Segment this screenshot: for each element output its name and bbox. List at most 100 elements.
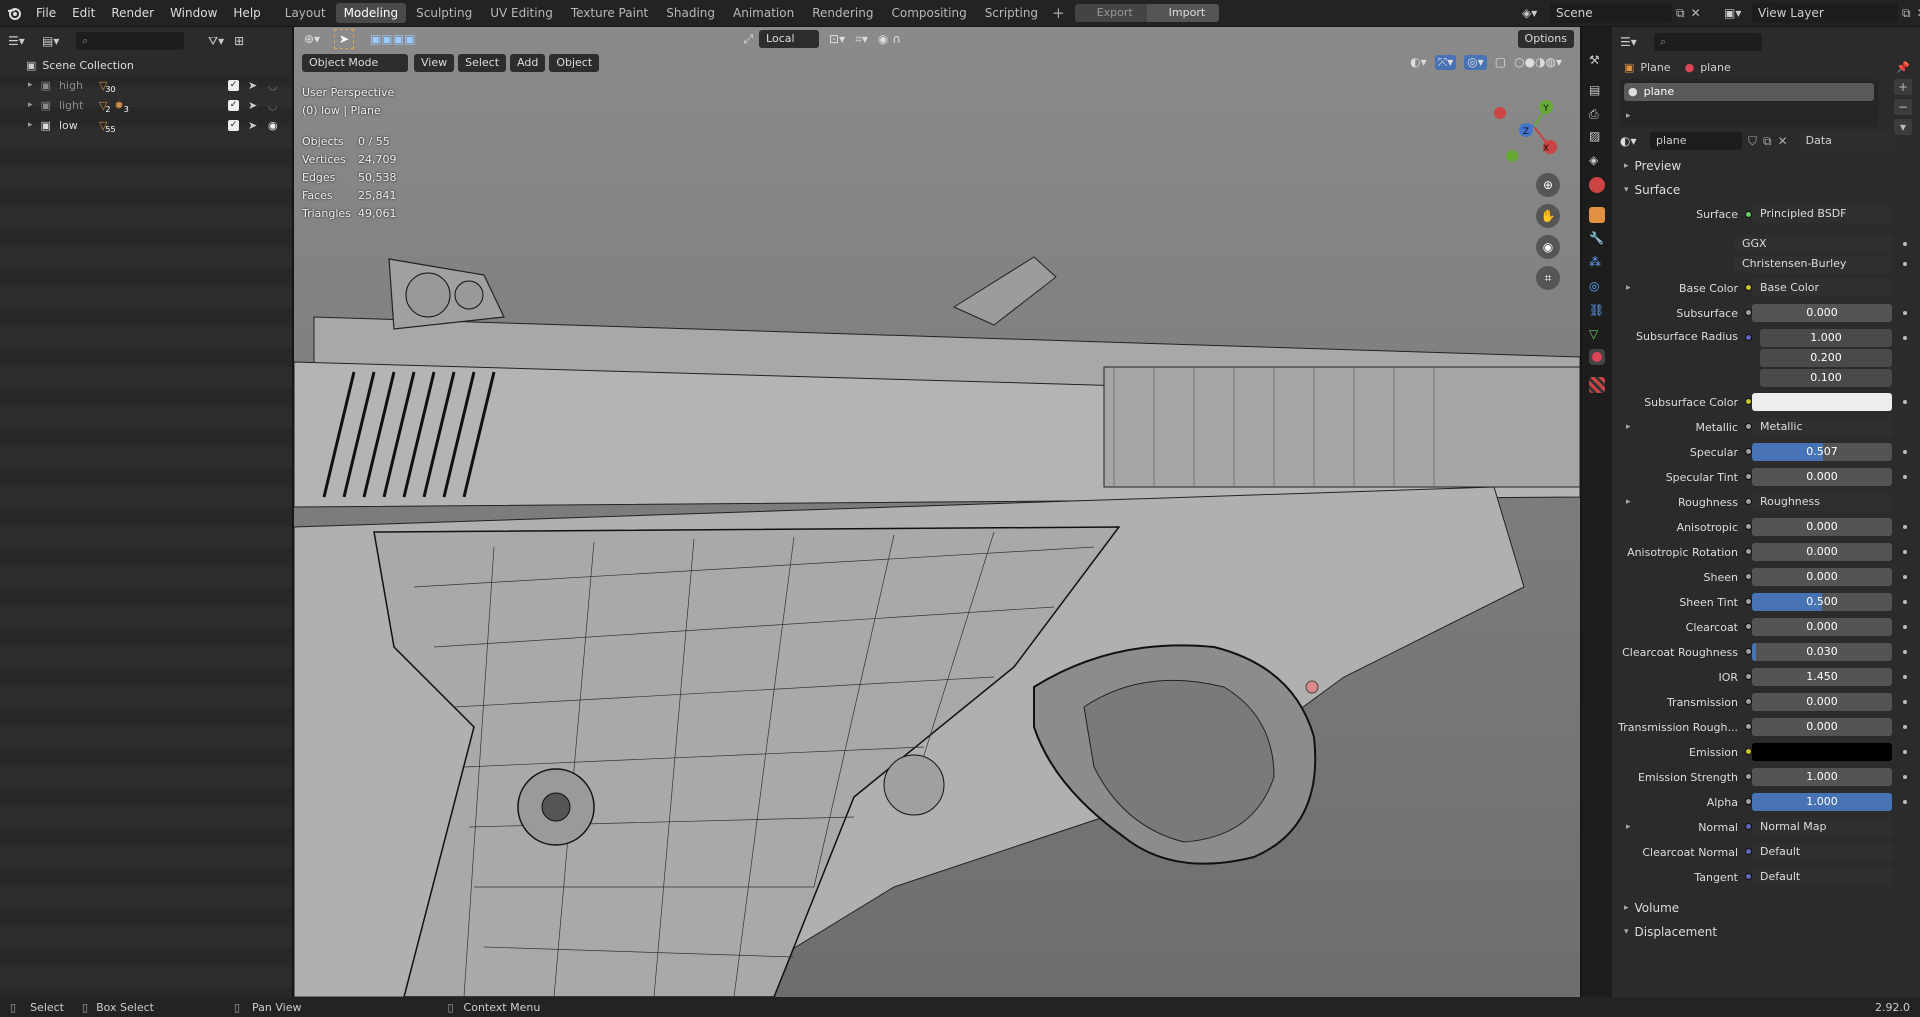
expand-input-icon[interactable]: ▸ — [1626, 497, 1631, 507]
animate-property-dot[interactable] — [1903, 450, 1907, 454]
collection-row-low[interactable]: ▸ ▣ low ▽ 55 ✓ ➤ ◉ — [0, 115, 292, 135]
collection-name[interactable]: high — [59, 79, 93, 92]
overlay-toggle-icon[interactable]: ◎▾ — [1464, 55, 1487, 70]
subsurface-method-dropdown[interactable]: Christensen-Burley — [1734, 255, 1892, 273]
proportional-edit-icon[interactable]: ◉ ∩ — [878, 32, 901, 46]
input-socket-icon[interactable] — [1745, 573, 1752, 580]
exclude-checkbox[interactable]: ✓ — [228, 99, 239, 111]
animate-property-dot[interactable] — [1903, 311, 1907, 315]
input-socket-icon[interactable] — [1745, 848, 1752, 855]
view-layer-delete-icon[interactable]: ✕ — [1917, 6, 1920, 20]
visibility-eye-icon[interactable]: ◡ — [268, 79, 278, 92]
unlink-material-icon[interactable]: ✕ — [1778, 134, 1788, 148]
tab-layout[interactable]: Layout — [277, 3, 334, 23]
value-slider[interactable]: 1.450 — [1752, 668, 1892, 686]
collection-row-light[interactable]: ▸ ▣ light ▽ 2 ✹ 3 ✓ ➤ ◡ — [0, 95, 292, 115]
value-slider[interactable]: 0.000 — [1752, 468, 1892, 486]
select-tool-icon[interactable]: ➤ — [334, 29, 355, 49]
input-socket-icon[interactable] — [1745, 823, 1752, 830]
value-slider[interactable]: 0.507 — [1752, 443, 1892, 461]
linked-input-field[interactable]: Default — [1752, 868, 1892, 886]
value-slider[interactable]: 0.000 — [1752, 693, 1892, 711]
material-slot-item[interactable]: ● plane — [1624, 83, 1874, 101]
snap-icon[interactable]: ⌗▾ — [855, 32, 868, 47]
viewport-editor-icon[interactable]: ⊕▾ — [304, 32, 320, 46]
view-layer-new-icon[interactable]: ⧉ — [1902, 6, 1911, 21]
material-browse-icon[interactable]: ◐▾ — [1620, 134, 1650, 148]
properties-search-input[interactable]: ⌕ — [1654, 33, 1762, 51]
input-socket-icon[interactable] — [1745, 648, 1752, 655]
menu-help[interactable]: Help — [225, 0, 268, 26]
animate-property-dot[interactable] — [1903, 550, 1907, 554]
menu-window[interactable]: Window — [162, 0, 225, 26]
animate-property-dot[interactable] — [1903, 650, 1907, 654]
input-socket-icon[interactable] — [1745, 498, 1752, 505]
view-layer-tab-icon[interactable]: ▨ — [1589, 129, 1605, 145]
menu-edit[interactable]: Edit — [64, 0, 103, 26]
perspective-toggle-icon[interactable]: ⌗ — [1536, 266, 1560, 290]
linked-input-field[interactable]: Default — [1752, 843, 1892, 861]
input-socket-icon[interactable] — [1745, 873, 1752, 880]
constraints-tab-icon[interactable]: ⛓ — [1589, 303, 1605, 319]
scene-tab-icon[interactable]: ◈ — [1589, 153, 1605, 169]
input-socket-icon[interactable] — [1745, 284, 1752, 291]
input-socket-icon[interactable] — [1745, 798, 1752, 805]
particles-tab-icon[interactable]: ⁂ — [1589, 255, 1605, 271]
animate-property-dot[interactable] — [1903, 336, 1907, 340]
value-slider[interactable]: 0.000 — [1752, 304, 1892, 322]
value-slider[interactable]: 0.030 — [1752, 643, 1892, 661]
collection-name[interactable]: low — [59, 119, 93, 132]
linked-input-field[interactable]: Base Color — [1752, 279, 1892, 297]
zoom-icon[interactable]: ⊕ — [1536, 173, 1560, 197]
animate-property-dot[interactable] — [1903, 575, 1907, 579]
material-name-field[interactable]: plane — [1650, 132, 1742, 150]
tab-rendering[interactable]: Rendering — [804, 3, 881, 23]
input-socket-icon[interactable] — [1745, 598, 1752, 605]
remove-slot-button[interactable]: − — [1894, 99, 1912, 115]
options-dropdown[interactable]: Options — [1517, 30, 1574, 48]
shading-mode-icons[interactable]: ○●◑◍▾ — [1514, 55, 1562, 70]
expand-input-icon[interactable]: ▸ — [1626, 422, 1631, 432]
scene-name-field[interactable]: Scene — [1550, 3, 1672, 23]
viewport-menu-select[interactable]: Select — [458, 54, 507, 72]
distribution-dropdown[interactable]: GGX — [1734, 235, 1892, 253]
displacement-section-header[interactable]: ▾ Displacement — [1612, 921, 1920, 943]
editor-type-icon[interactable]: ☰▾ — [8, 34, 42, 48]
input-socket-icon[interactable] — [1745, 448, 1752, 455]
material-tab-icon[interactable] — [1589, 349, 1605, 365]
value-slider[interactable]: 0.000 — [1752, 568, 1892, 586]
color-swatch[interactable] — [1752, 393, 1892, 411]
viewport-menu-object[interactable]: Object — [549, 54, 600, 72]
input-socket-icon[interactable] — [1745, 673, 1752, 680]
preview-section-header[interactable]: ▸ Preview — [1612, 155, 1920, 177]
object-tab-icon[interactable] — [1589, 207, 1605, 223]
orientation-icon[interactable]: ⤢ — [743, 32, 753, 47]
material-slot-list[interactable]: ● plane ▸ — [1620, 79, 1878, 127]
animate-property-dot[interactable] — [1903, 725, 1907, 729]
input-socket-icon[interactable] — [1745, 423, 1752, 430]
tab-uv-editing[interactable]: UV Editing — [482, 3, 561, 23]
volume-section-header[interactable]: ▸ Volume — [1612, 897, 1920, 919]
object-mode-dropdown[interactable]: Object Mode — [302, 54, 408, 72]
scene-icon[interactable]: ◈▾ — [1522, 6, 1550, 20]
gizmo-toggle-icon[interactable]: ⤧▾ — [1434, 55, 1457, 70]
input-socket-icon[interactable] — [1745, 548, 1752, 555]
animate-property-dot[interactable] — [1903, 600, 1907, 604]
navigation-gizmo[interactable]: X Y Z — [1494, 87, 1574, 167]
value-slider[interactable]: 1.000 — [1752, 793, 1892, 811]
3d-viewport[interactable]: ⊕▾ ➤ ▣▣▣▣ ⤢ Local ⊡▾ ⌗▾ ◉ ∩ Options Obje… — [294, 27, 1580, 997]
pivot-icon[interactable]: ⊡▾ — [829, 32, 845, 46]
tool-tab-icon[interactable]: ⚒ — [1589, 53, 1605, 69]
link-dropdown[interactable]: Data — [1799, 132, 1896, 150]
scene-collection-row[interactable]: ▣ Scene Collection — [0, 55, 292, 75]
tab-shading[interactable]: Shading — [658, 3, 723, 23]
animate-property-dot[interactable] — [1903, 242, 1907, 246]
linked-input-field[interactable]: Roughness — [1752, 493, 1892, 511]
pan-hand-icon[interactable]: ✋ — [1536, 204, 1560, 228]
display-mode-icon[interactable]: ▤▾ — [42, 34, 76, 48]
vector-component-field[interactable]: 0.100 — [1760, 369, 1892, 387]
animate-property-dot[interactable] — [1903, 400, 1907, 404]
selection-mode-icons[interactable]: ▣▣▣▣ — [370, 32, 415, 46]
animate-property-dot[interactable] — [1903, 525, 1907, 529]
expand-input-icon[interactable]: ▸ — [1626, 283, 1631, 293]
